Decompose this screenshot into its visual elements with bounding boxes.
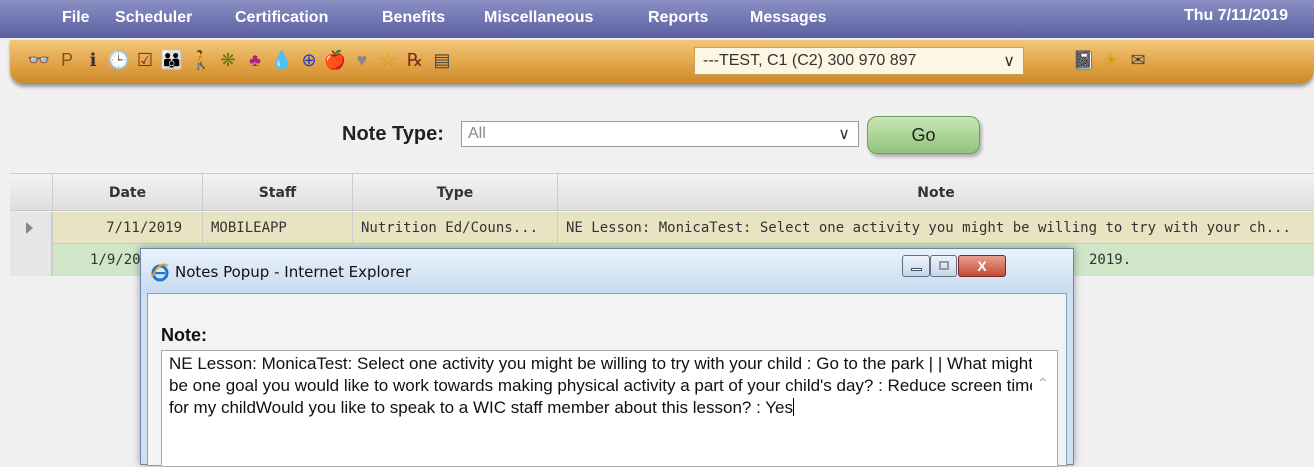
- person-icon[interactable]: 🚶: [190, 49, 212, 71]
- family-icon[interactable]: 👪: [161, 49, 183, 71]
- info-card-icon[interactable]: ℹ: [82, 49, 104, 71]
- notes-popup-window: Notes Popup - Internet Explorer X Note: …: [140, 248, 1074, 467]
- cell-staff: MOBILEAPP: [202, 212, 352, 244]
- star-icon[interactable]: ☆: [377, 49, 399, 71]
- current-date: Thu 7/11/2019: [1183, 7, 1288, 24]
- clock-icon[interactable]: 🕒: [108, 49, 130, 71]
- column-header-date[interactable]: Date: [52, 174, 202, 210]
- note-label: Note:: [161, 325, 207, 345]
- note-type-label: Note Type:: [342, 123, 444, 145]
- cell-note: NE Lesson: MonicaTest: Select one activi…: [557, 212, 1314, 244]
- heart-icon[interactable]: ♥: [351, 49, 373, 71]
- note-text: NE Lesson: MonicaTest: Select one activi…: [169, 354, 1039, 417]
- plus-circle-icon[interactable]: ⊕: [298, 49, 320, 71]
- go-button[interactable]: Go: [867, 116, 980, 154]
- cell-date: 7/11/2019: [52, 212, 202, 244]
- menu-benefits[interactable]: Benefits: [382, 9, 445, 27]
- envelope-icon[interactable]: ✉: [1127, 49, 1149, 71]
- note-type-value: All: [468, 125, 486, 142]
- drop-icon[interactable]: 💧: [271, 49, 293, 71]
- food-group-icon[interactable]: ❋: [217, 49, 239, 71]
- textarea-scrollbar[interactable]: ⌃: [1032, 352, 1056, 466]
- binoculars-icon[interactable]: 👓: [28, 49, 50, 71]
- column-header-note[interactable]: Note: [557, 174, 1314, 210]
- client-select[interactable]: ---TEST, C1 (C2) 300 970 897 ∨: [694, 47, 1024, 75]
- people-icon[interactable]: ♣: [244, 49, 266, 71]
- column-header-type[interactable]: Type: [352, 174, 557, 210]
- note-textarea[interactable]: NE Lesson: MonicaTest: Select one activi…: [161, 350, 1058, 467]
- close-button[interactable]: X: [958, 255, 1006, 277]
- menu-bar: File Scheduler Certification Benefits Mi…: [0, 0, 1314, 38]
- menu-miscellaneous[interactable]: Miscellaneous: [484, 9, 593, 27]
- prescription-icon[interactable]: ℞: [404, 49, 426, 71]
- chevron-down-icon: ∨: [838, 126, 850, 143]
- popup-title: Notes Popup - Internet Explorer: [175, 263, 412, 281]
- row-selector[interactable]: [10, 244, 52, 276]
- row-pointer-icon: [26, 222, 33, 234]
- internet-explorer-icon: [151, 263, 169, 282]
- note-type-select[interactable]: All ∨: [461, 121, 859, 147]
- cell-note: 2019.: [1089, 252, 1132, 268]
- checkbox-icon[interactable]: ☑: [134, 49, 156, 71]
- grid-header: Date Staff Type Note: [10, 173, 1314, 211]
- lightbulb-icon[interactable]: ☀: [1100, 49, 1122, 71]
- minimize-button[interactable]: [902, 255, 930, 277]
- toolbar: 👓 P ℹ 🕒 ☑ 👪 🚶 ❋ ♣ 💧 ⊕ 🍎 ♥ ☆ ℞ ▤ 📓 ☀ ✉: [10, 40, 1314, 84]
- menu-messages[interactable]: Messages: [750, 9, 827, 27]
- popup-titlebar[interactable]: Notes Popup - Internet Explorer X: [141, 249, 1073, 293]
- popup-body: Note: NE Lesson: MonicaTest: Select one …: [147, 293, 1067, 467]
- notepad-icon[interactable]: 📓: [1073, 49, 1095, 71]
- menu-scheduler[interactable]: Scheduler: [115, 9, 192, 27]
- maximize-button[interactable]: [930, 255, 957, 277]
- text-caret: [792, 398, 794, 416]
- client-select-value: ---TEST, C1 (C2) 300 970 897: [703, 52, 917, 69]
- card-icon[interactable]: ▤: [431, 49, 453, 71]
- table-row[interactable]: 7/11/2019 MOBILEAPP Nutrition Ed/Couns..…: [10, 212, 1314, 244]
- minimize-icon: [911, 268, 922, 271]
- scroll-up-icon[interactable]: ⌃: [1037, 372, 1049, 394]
- row-selector[interactable]: [10, 212, 52, 244]
- maximize-icon: [939, 261, 949, 270]
- chevron-down-icon: ∨: [1003, 53, 1015, 70]
- menu-reports[interactable]: Reports: [648, 9, 708, 27]
- menu-certification[interactable]: Certification: [235, 9, 328, 27]
- menu-file[interactable]: File: [62, 9, 90, 27]
- p-icon[interactable]: P: [56, 49, 78, 71]
- apple-icon[interactable]: 🍎: [324, 49, 346, 71]
- column-header-staff[interactable]: Staff: [202, 174, 352, 210]
- cell-type: Nutrition Ed/Couns...: [352, 212, 557, 244]
